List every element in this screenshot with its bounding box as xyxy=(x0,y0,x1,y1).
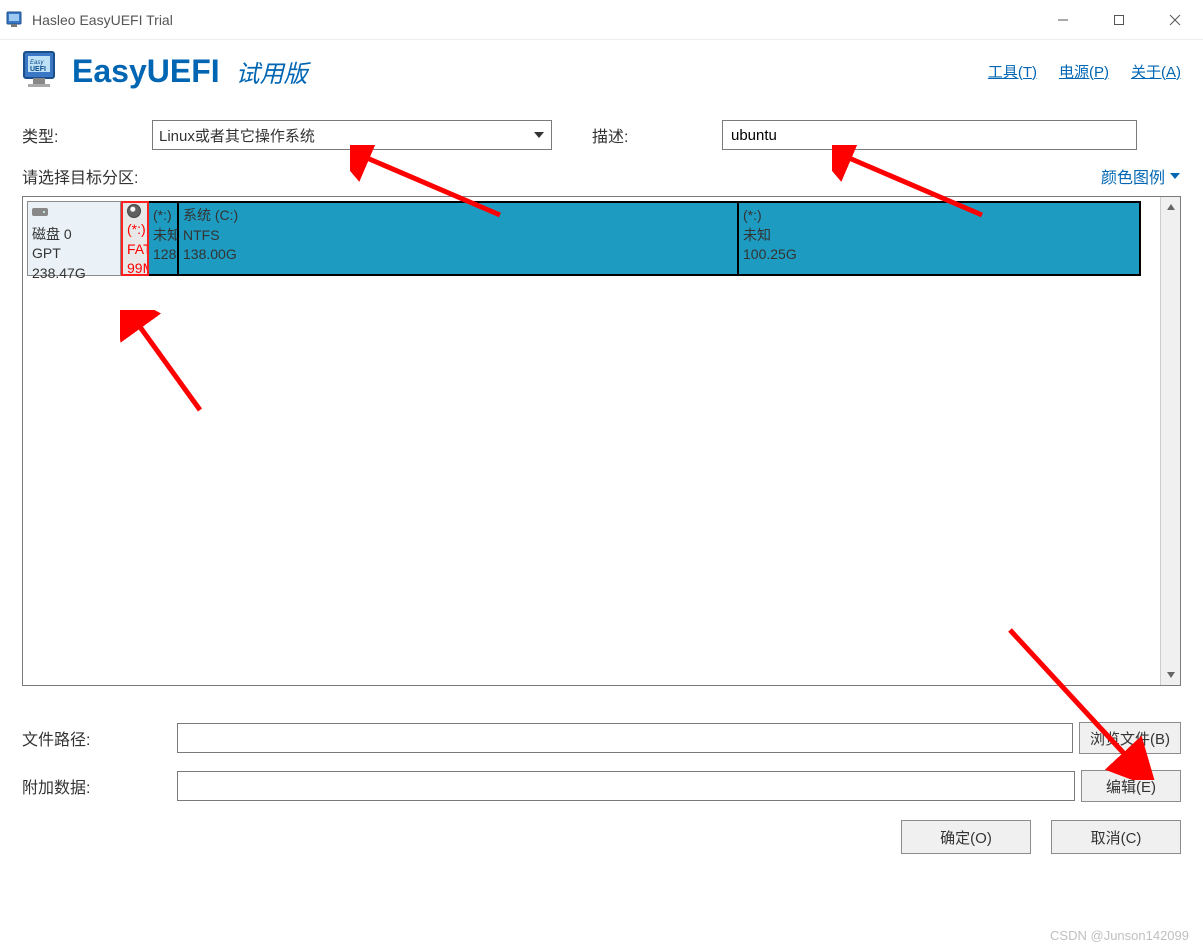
partition-info-line: 99M xyxy=(127,259,143,276)
extra-data-input[interactable] xyxy=(177,771,1075,801)
partition-scrollbar[interactable] xyxy=(1160,197,1180,685)
app-logo-icon: Easy UEFI xyxy=(22,50,64,92)
partition-info-line: (*:) xyxy=(743,206,1135,226)
ok-button[interactable]: 确定(O) xyxy=(901,820,1031,854)
disk-row: 磁盘 0 GPT 238.47G (*:)FAT99M(*:)未知128系统 (… xyxy=(27,201,1156,276)
cancel-button[interactable]: 取消(C) xyxy=(1051,820,1181,854)
partition-info-line: FAT xyxy=(127,240,143,260)
logo-text: EasyUEFI xyxy=(72,53,220,90)
window-titlebar: Hasleo EasyUEFI Trial xyxy=(0,0,1203,40)
type-label: 类型: xyxy=(22,123,152,147)
maximize-button[interactable] xyxy=(1091,0,1147,40)
partition-info-line: 未知 xyxy=(743,226,1135,246)
partition-info-line: (*:) xyxy=(127,220,143,240)
extra-data-label: 附加数据: xyxy=(22,774,177,798)
type-select-value: Linux或者其它操作系统 xyxy=(159,125,315,146)
close-button[interactable] xyxy=(1147,0,1203,40)
partition-info-line: 未知 xyxy=(153,226,173,246)
partition-info-line: 128 xyxy=(153,245,173,265)
header-row: Easy UEFI EasyUEFI 试用版 工具(T) 电源(P) 关于(A) xyxy=(0,40,1203,98)
partition-viewer: 磁盘 0 GPT 238.47G (*:)FAT99M(*:)未知128系统 (… xyxy=(22,196,1181,686)
partition-cell[interactable]: (*:)未知128 xyxy=(149,201,179,276)
disk-icon xyxy=(32,206,48,218)
partition-info-line: NTFS xyxy=(183,226,733,246)
menu-tools[interactable]: 工具(T) xyxy=(988,61,1037,82)
partition-info-line: (*:) xyxy=(153,206,173,226)
select-partition-label: 请选择目标分区: xyxy=(22,164,138,188)
color-legend-link[interactable]: 颜色图例 xyxy=(1101,164,1181,188)
main-content: 类型: Linux或者其它操作系统 描述: 请选择目标分区: 颜色图例 xyxy=(0,98,1203,698)
disk-size: 238.47G xyxy=(32,264,116,284)
svg-text:UEFI: UEFI xyxy=(30,66,46,73)
description-input[interactable] xyxy=(722,120,1137,150)
partition-cell[interactable]: (*:)未知100.25G xyxy=(739,201,1141,276)
partition-cell[interactable]: (*:)FAT99M xyxy=(121,201,149,276)
window-title: Hasleo EasyUEFI Trial xyxy=(32,12,173,28)
disk-info[interactable]: 磁盘 0 GPT 238.47G xyxy=(27,201,121,276)
type-select[interactable]: Linux或者其它操作系统 xyxy=(152,120,552,150)
logo-subtitle: 试用版 xyxy=(236,54,308,89)
disk-scheme: GPT xyxy=(32,244,116,264)
color-legend-text: 颜色图例 xyxy=(1101,164,1165,188)
minimize-button[interactable] xyxy=(1035,0,1091,40)
partition-info-line: 系统 (C:) xyxy=(183,206,733,226)
partition-info-line: 138.00G xyxy=(183,245,733,265)
target-indicator-icon xyxy=(127,204,141,218)
watermark: CSDN @Junson142099 xyxy=(1050,928,1189,943)
edit-button[interactable]: 编辑(E) xyxy=(1081,770,1181,802)
menu-bar: 工具(T) 电源(P) 关于(A) xyxy=(988,61,1181,82)
menu-power[interactable]: 电源(P) xyxy=(1059,61,1109,82)
file-path-label: 文件路径: xyxy=(22,726,177,750)
browse-file-button[interactable]: 浏览文件(B) xyxy=(1079,722,1181,754)
partition-cell[interactable]: 系统 (C:)NTFS138.00G xyxy=(179,201,739,276)
logo-area: Easy UEFI EasyUEFI 试用版 xyxy=(22,50,308,92)
app-icon xyxy=(6,11,26,29)
bottom-area: 文件路径: 浏览文件(B) 附加数据: 编辑(E) 确定(O) 取消(C) xyxy=(0,698,1203,866)
menu-about[interactable]: 关于(A) xyxy=(1131,61,1181,82)
chevron-down-icon xyxy=(529,123,549,147)
partition-info-line: 100.25G xyxy=(743,245,1135,265)
description-label: 描述: xyxy=(592,123,722,147)
disk-name: 磁盘 0 xyxy=(32,225,116,245)
scroll-up-icon[interactable] xyxy=(1161,197,1180,217)
chevron-down-icon xyxy=(1169,172,1181,180)
scroll-down-icon[interactable] xyxy=(1161,665,1180,685)
file-path-input[interactable] xyxy=(177,723,1073,753)
